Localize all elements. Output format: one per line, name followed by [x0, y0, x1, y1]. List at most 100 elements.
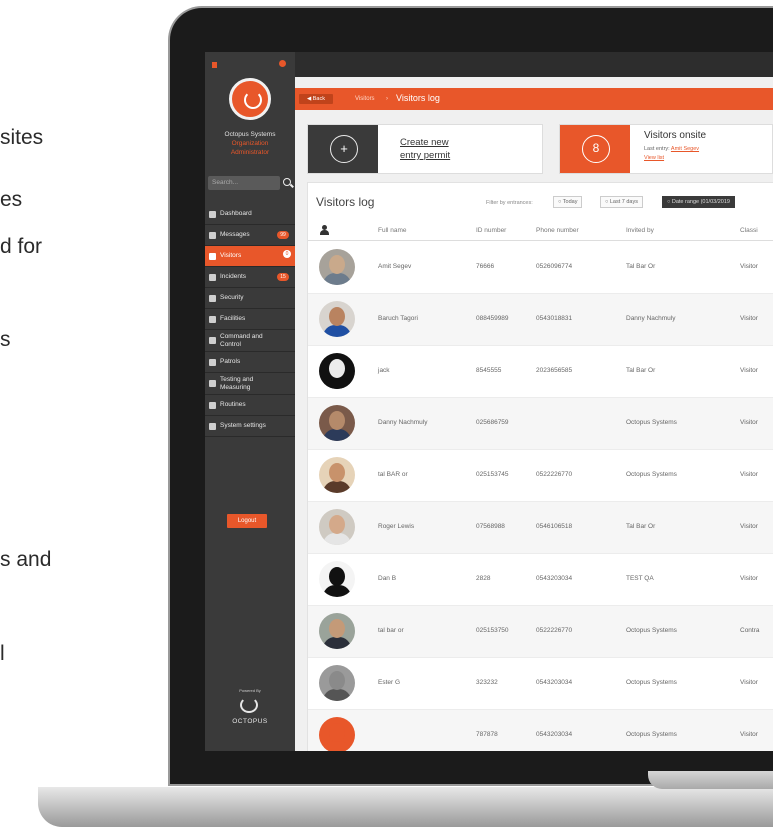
- table-row[interactable]: Baruch Tagori 088459989 0543018831 Danny Na…: [308, 294, 773, 346]
- organization-logo: [229, 78, 271, 120]
- search-icon[interactable]: [283, 178, 291, 186]
- visitors-log-panel: Visitors log Filter by entrances: ○ Toda…: [307, 182, 773, 751]
- cell-invited-by: Octopus Systems: [626, 627, 677, 634]
- patrol-icon: [209, 358, 216, 366]
- visitor-avatar: [319, 405, 355, 441]
- volume-icon[interactable]: [212, 62, 220, 68]
- sidebar-item-label: Facilities: [220, 315, 246, 322]
- onsite-title: Visitors onsite: [644, 130, 707, 141]
- sidebar-item-command-and-control[interactable]: Command and Control: [205, 330, 295, 352]
- sidebar-item-patrols[interactable]: Patrols: [205, 352, 295, 373]
- breadcrumb-separator: ›: [386, 96, 388, 102]
- cell-id-number: 025153745: [476, 471, 509, 478]
- avatar-body: [323, 585, 351, 597]
- visitors-log-title: Visitors log: [316, 195, 375, 209]
- visitor-avatar: [319, 457, 355, 493]
- plus-icon[interactable]: +: [330, 135, 358, 163]
- cell-full-name: Dan B: [378, 575, 397, 582]
- breadcrumb-visitors[interactable]: Visitors: [355, 94, 375, 104]
- messages-badge: 99: [277, 231, 289, 239]
- visitor-avatar: [319, 301, 355, 337]
- sidebar-item-label: Visitors: [220, 252, 242, 259]
- filter-date-range-button[interactable]: ○ Date range (01/03/2019: [662, 196, 735, 208]
- col-invited-by[interactable]: Invited by: [626, 227, 654, 234]
- view-list-link[interactable]: View list: [644, 155, 664, 161]
- visitor-avatar: [319, 665, 355, 701]
- table-row[interactable]: 787878 0543203034 Octopus Systems Visitor: [308, 710, 773, 751]
- avatar-body: [323, 533, 351, 545]
- cell-invited-by: Tal Bar Or: [626, 523, 656, 530]
- table-row[interactable]: jack 8545555 2023656585 Tal Bar Or Visitor: [308, 346, 773, 398]
- sidebar-item-visitors[interactable]: Visitors 0: [205, 246, 295, 267]
- visitor-avatar: [319, 717, 355, 751]
- sidebar-item-messages[interactable]: Messages 99: [205, 225, 295, 246]
- cell-id-number: 8545555: [476, 367, 502, 374]
- table-row[interactable]: Ester G 323232 0543203034 Octopus Systems Vi…: [308, 658, 773, 710]
- sidebar-item-testing-and-measuring[interactable]: Testing and Measuring: [205, 373, 295, 395]
- table-row[interactable]: Danny Nachmuly 025686759 Octopus Systems Vi…: [308, 398, 773, 450]
- page-title: Visitors log: [396, 93, 440, 103]
- cell-id-number: 025153750: [476, 627, 509, 634]
- search-input[interactable]: Search...: [208, 176, 280, 190]
- sidebar-item-label: Testing and Measuring: [220, 375, 254, 391]
- cell-invited-by: TEST QA: [626, 575, 654, 582]
- cell-full-name: Ester G: [378, 679, 401, 686]
- table-row[interactable]: Amit Segev 76666 0526096774 Tal Bar Or Visit…: [308, 242, 773, 294]
- table-row[interactable]: tal bar or 025153750 0522226770 Octopus Sys…: [308, 606, 773, 658]
- cell-full-name: Roger Lewis: [378, 523, 415, 530]
- create-entry-permit-link[interactable]: Create new entry permit: [400, 136, 450, 162]
- onsite-count: 8: [582, 135, 610, 163]
- cell-phone-number: 2023656585: [536, 367, 573, 374]
- laptop-base: [38, 787, 773, 827]
- back-button[interactable]: ◀ Back: [299, 94, 333, 104]
- cell-invited-by: Octopus Systems: [626, 731, 677, 738]
- filter-last7days-button[interactable]: ○ Last 7 days: [600, 196, 643, 208]
- sidebar-item-label: Command and Control: [220, 332, 263, 348]
- sidebar-item-security[interactable]: Security: [205, 288, 295, 309]
- last-entry: Last entry: Amit Segev: [644, 146, 699, 152]
- table-row[interactable]: tal BAR or 025153745 0522226770 Octopus Sys…: [308, 450, 773, 502]
- gear-icon: [209, 422, 216, 430]
- page-text-fragment: l: [0, 642, 5, 665]
- cell-classification: Visitor: [740, 471, 758, 478]
- cell-full-name: Amit Segev: [378, 263, 412, 270]
- create-permit-card[interactable]: + Create new entry permit: [307, 124, 543, 174]
- measure-icon: [209, 380, 216, 387]
- sidebar-item-routines[interactable]: Routines: [205, 395, 295, 416]
- cell-invited-by: Octopus Systems: [626, 679, 677, 686]
- org-role: Administrator: [230, 149, 270, 156]
- sidebar-item-label: System settings: [220, 422, 266, 429]
- notification-dot-icon[interactable]: [279, 60, 286, 67]
- user-icon: [320, 225, 329, 235]
- col-full-name[interactable]: Full name: [378, 227, 407, 234]
- avatar-face: [329, 671, 345, 690]
- sidebar-item-facilities[interactable]: Facilities: [205, 309, 295, 330]
- col-phone-number[interactable]: Phone number: [536, 227, 579, 234]
- sidebar-item-incidents[interactable]: Incidents 15: [205, 267, 295, 288]
- table-row[interactable]: Roger Lewis 07568988 0546106518 Tal Bar Or V…: [308, 502, 773, 554]
- visitors-onsite-card: 8 Visitors onsite Last entry: Amit Segev…: [559, 124, 773, 174]
- avatar-face: [329, 515, 345, 534]
- cell-id-number: 2828: [476, 575, 491, 582]
- visitors-icon: [209, 252, 216, 260]
- sidebar-item-system-settings[interactable]: System settings: [205, 416, 295, 437]
- cell-classification: Visitor: [740, 263, 758, 270]
- sidebar-item-label: Dashboard: [220, 210, 252, 217]
- cell-phone-number: 0543203034: [536, 679, 573, 686]
- last-entry-link[interactable]: Amit Segev: [671, 146, 699, 152]
- cell-classification: Contra: [740, 627, 760, 634]
- sidebar-item-label: Patrols: [220, 358, 241, 365]
- org-name: Octopus Systems: [224, 131, 276, 138]
- sidebar-item-dashboard[interactable]: Dashboard: [205, 204, 295, 225]
- table-row[interactable]: Dan B 2828 0543203034 TEST QA Visitor: [308, 554, 773, 606]
- octopus-logo-icon: [240, 697, 258, 713]
- filter-today-button[interactable]: ○ Today: [553, 196, 583, 208]
- page-text-fragment: es: [0, 188, 23, 211]
- page-text-fragment: sites: [0, 126, 44, 149]
- col-id-number[interactable]: ID number: [476, 227, 506, 234]
- create-link-line1: Create new: [400, 137, 449, 148]
- col-classification[interactable]: Classi: [740, 227, 758, 234]
- logout-button[interactable]: Logout: [227, 514, 267, 528]
- cell-full-name: Danny Nachmuly: [378, 419, 428, 426]
- create-link-line2: entry permit: [400, 150, 451, 161]
